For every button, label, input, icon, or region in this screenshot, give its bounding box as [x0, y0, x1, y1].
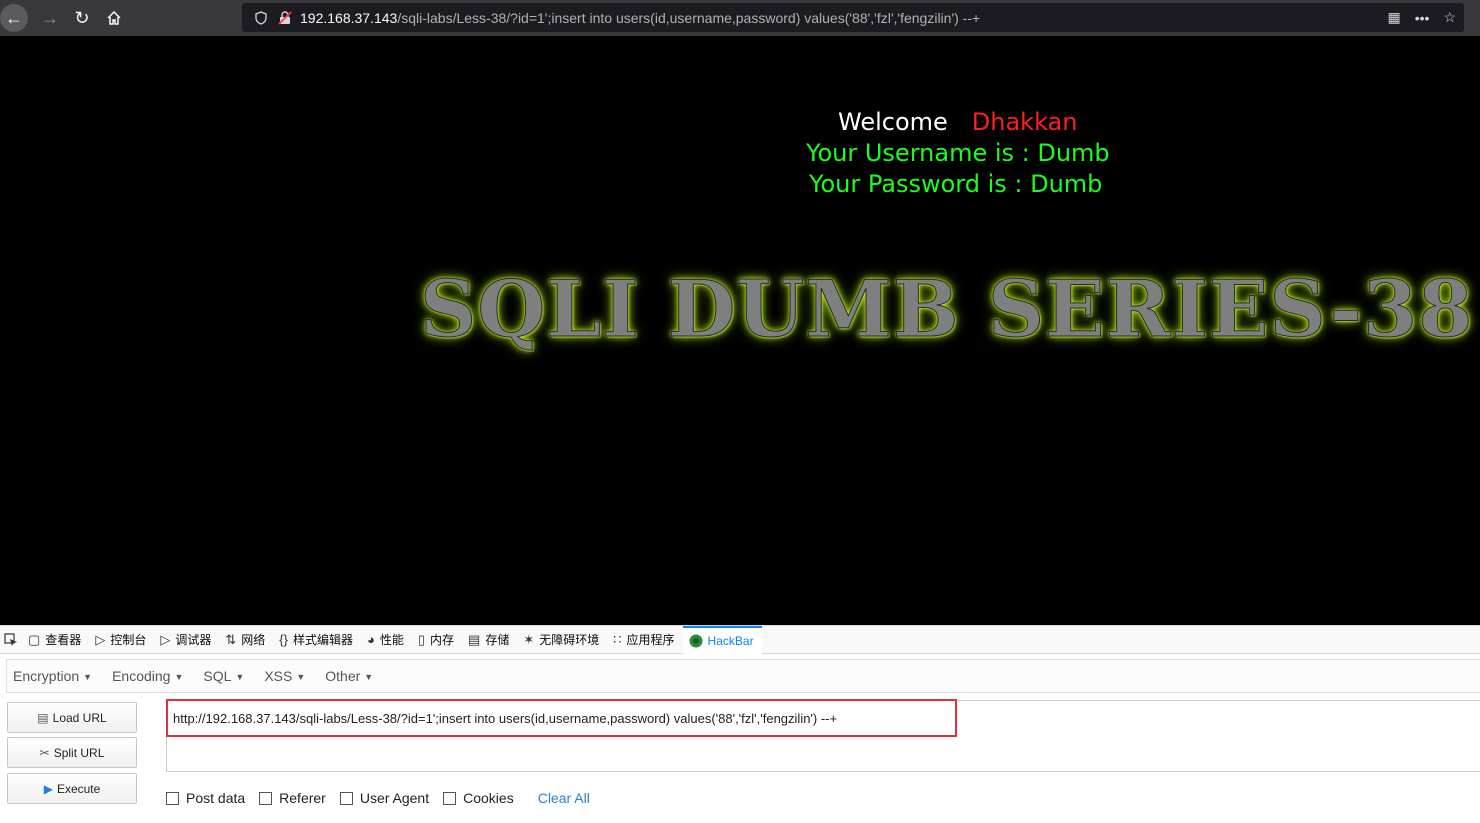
- load-url-button[interactable]: ▤ Load URL: [7, 702, 137, 733]
- welcome-text: Welcome: [838, 108, 948, 136]
- referer-checkbox[interactable]: [259, 791, 273, 805]
- menu-sql[interactable]: SQL ▼: [197, 668, 250, 684]
- option-cookies[interactable]: Cookies: [443, 790, 514, 806]
- style-editor-icon: {}: [279, 632, 288, 647]
- series-banner: SQLI DUMB SERIES-38: [420, 264, 1474, 356]
- url-host: 192.168.37.143: [300, 9, 398, 26]
- back-arrow-icon: ←: [5, 7, 23, 28]
- devtools-tabbar: ▢ 查看器 ▷ 控制台 ▷ 调试器 ⇅ 网络 {} 样式编辑器 ◕ 性能 ▯ 内存 ▤ 存储 ✶…: [0, 625, 1480, 654]
- post-data-checkbox[interactable]: [166, 791, 179, 805]
- more-actions-icon[interactable]: •••: [1415, 10, 1430, 26]
- cookies-checkbox[interactable]: [443, 791, 457, 805]
- play-icon: ▶: [43, 781, 53, 796]
- url-textarea-value: http://192.168.37.143/sqli-labs/Less-38/…: [173, 711, 838, 726]
- tab-style-editor[interactable]: {} 样式编辑器: [273, 626, 361, 654]
- tab-application[interactable]: ∷ 应用程序: [607, 626, 682, 654]
- application-icon: ∷: [613, 631, 622, 647]
- debugger-icon: ▷: [160, 631, 171, 647]
- tab-storage[interactable]: ▤ 存储: [462, 626, 517, 654]
- tab-network[interactable]: ⇅ 网络: [219, 626, 273, 654]
- tab-debugger[interactable]: ▷ 调试器: [154, 626, 219, 654]
- memory-icon: ▯: [417, 631, 425, 647]
- hackbar-menu: Encryption ▼ Encoding ▼ SQL ▼ XSS ▼ Other ▼: [6, 659, 1480, 693]
- accessibility-icon: ✶: [523, 631, 535, 647]
- menu-encryption[interactable]: Encryption ▼: [7, 668, 98, 684]
- split-url-button[interactable]: ✂ Split URL: [7, 737, 137, 768]
- execute-button[interactable]: ▶ Execute: [7, 773, 137, 804]
- insecure-lock-icon[interactable]: [274, 10, 296, 25]
- hackbar-icon: [689, 634, 703, 647]
- bookmark-star-icon[interactable]: ☆: [1443, 9, 1456, 26]
- scissors-icon: ✂: [39, 745, 50, 760]
- page-content: Welcome Dhakkan Your Username is : Dumb Y…: [0, 36, 1480, 625]
- caret-down-icon: ▼: [364, 672, 374, 683]
- storage-icon: ▤: [468, 631, 481, 647]
- back-button[interactable]: ←: [0, 4, 28, 32]
- clear-all-link[interactable]: Clear All: [538, 790, 590, 806]
- tab-hackbar[interactable]: HackBar: [682, 625, 762, 654]
- tab-memory[interactable]: ▯ 内存: [412, 626, 462, 654]
- forward-button[interactable]: →: [34, 2, 66, 34]
- reload-button[interactable]: ↻: [66, 2, 98, 34]
- inspector-icon: ▢: [28, 631, 41, 647]
- network-icon: ⇅: [225, 631, 237, 647]
- option-user-agent[interactable]: User Agent: [339, 790, 429, 806]
- tab-inspector[interactable]: ▢ 查看器: [22, 626, 89, 654]
- tracking-shield-icon[interactable]: [248, 10, 274, 25]
- tab-console[interactable]: ▷ 控制台: [89, 626, 154, 654]
- tab-accessibility[interactable]: ✶ 无障碍环境: [517, 626, 607, 654]
- reload-icon: ↻: [74, 7, 90, 28]
- address-bar[interactable]: 192.168.37.143/sqli-labs/Less-38/?id=1';…: [242, 3, 1464, 32]
- hackbar-panel: Encryption ▼ Encoding ▼ SQL ▼ XSS ▼ Other ▼ ▤…: [0, 654, 1480, 823]
- menu-other[interactable]: Other ▼: [319, 668, 379, 684]
- caret-down-icon: ▼: [174, 672, 184, 683]
- username-line: Your Username is : Dumb: [806, 139, 1110, 167]
- welcome-name: Dhakkan: [971, 108, 1078, 136]
- home-icon: [107, 10, 121, 25]
- tab-performance[interactable]: ◕ 性能: [361, 626, 412, 654]
- menu-encoding[interactable]: Encoding ▼: [106, 668, 189, 684]
- element-picker-icon[interactable]: [0, 626, 22, 654]
- performance-icon: ◕: [366, 632, 375, 647]
- home-button[interactable]: [98, 2, 130, 34]
- hackbar-options: Post data Referer User Agent Cookies Cle…: [166, 790, 590, 806]
- url-text: 192.168.37.143/sqli-labs/Less-38/?id=1';…: [300, 10, 980, 26]
- console-icon: ▷: [95, 631, 106, 647]
- url-path: /sqli-labs/Less-38/?id=1';insert into us…: [397, 9, 981, 26]
- option-referer[interactable]: Referer: [259, 790, 326, 806]
- caret-down-icon: ▼: [296, 672, 306, 683]
- forward-arrow-icon: →: [41, 7, 59, 28]
- caret-down-icon: ▼: [83, 672, 93, 683]
- menu-xss[interactable]: XSS ▼: [258, 668, 311, 684]
- browser-toolbar: ← → ↻ 192.168.37.143/sqli-labs/Less-38/?…: [0, 0, 1480, 36]
- load-url-icon: ▤: [37, 710, 49, 725]
- option-post-data[interactable]: Post data: [166, 790, 245, 806]
- welcome-line: Welcome Dhakkan: [838, 108, 1077, 136]
- caret-down-icon: ▼: [235, 672, 245, 683]
- user-agent-checkbox[interactable]: [339, 791, 353, 805]
- qr-code-icon[interactable]: ▦: [1387, 9, 1400, 26]
- password-line: Your Password is : Dumb: [809, 170, 1103, 198]
